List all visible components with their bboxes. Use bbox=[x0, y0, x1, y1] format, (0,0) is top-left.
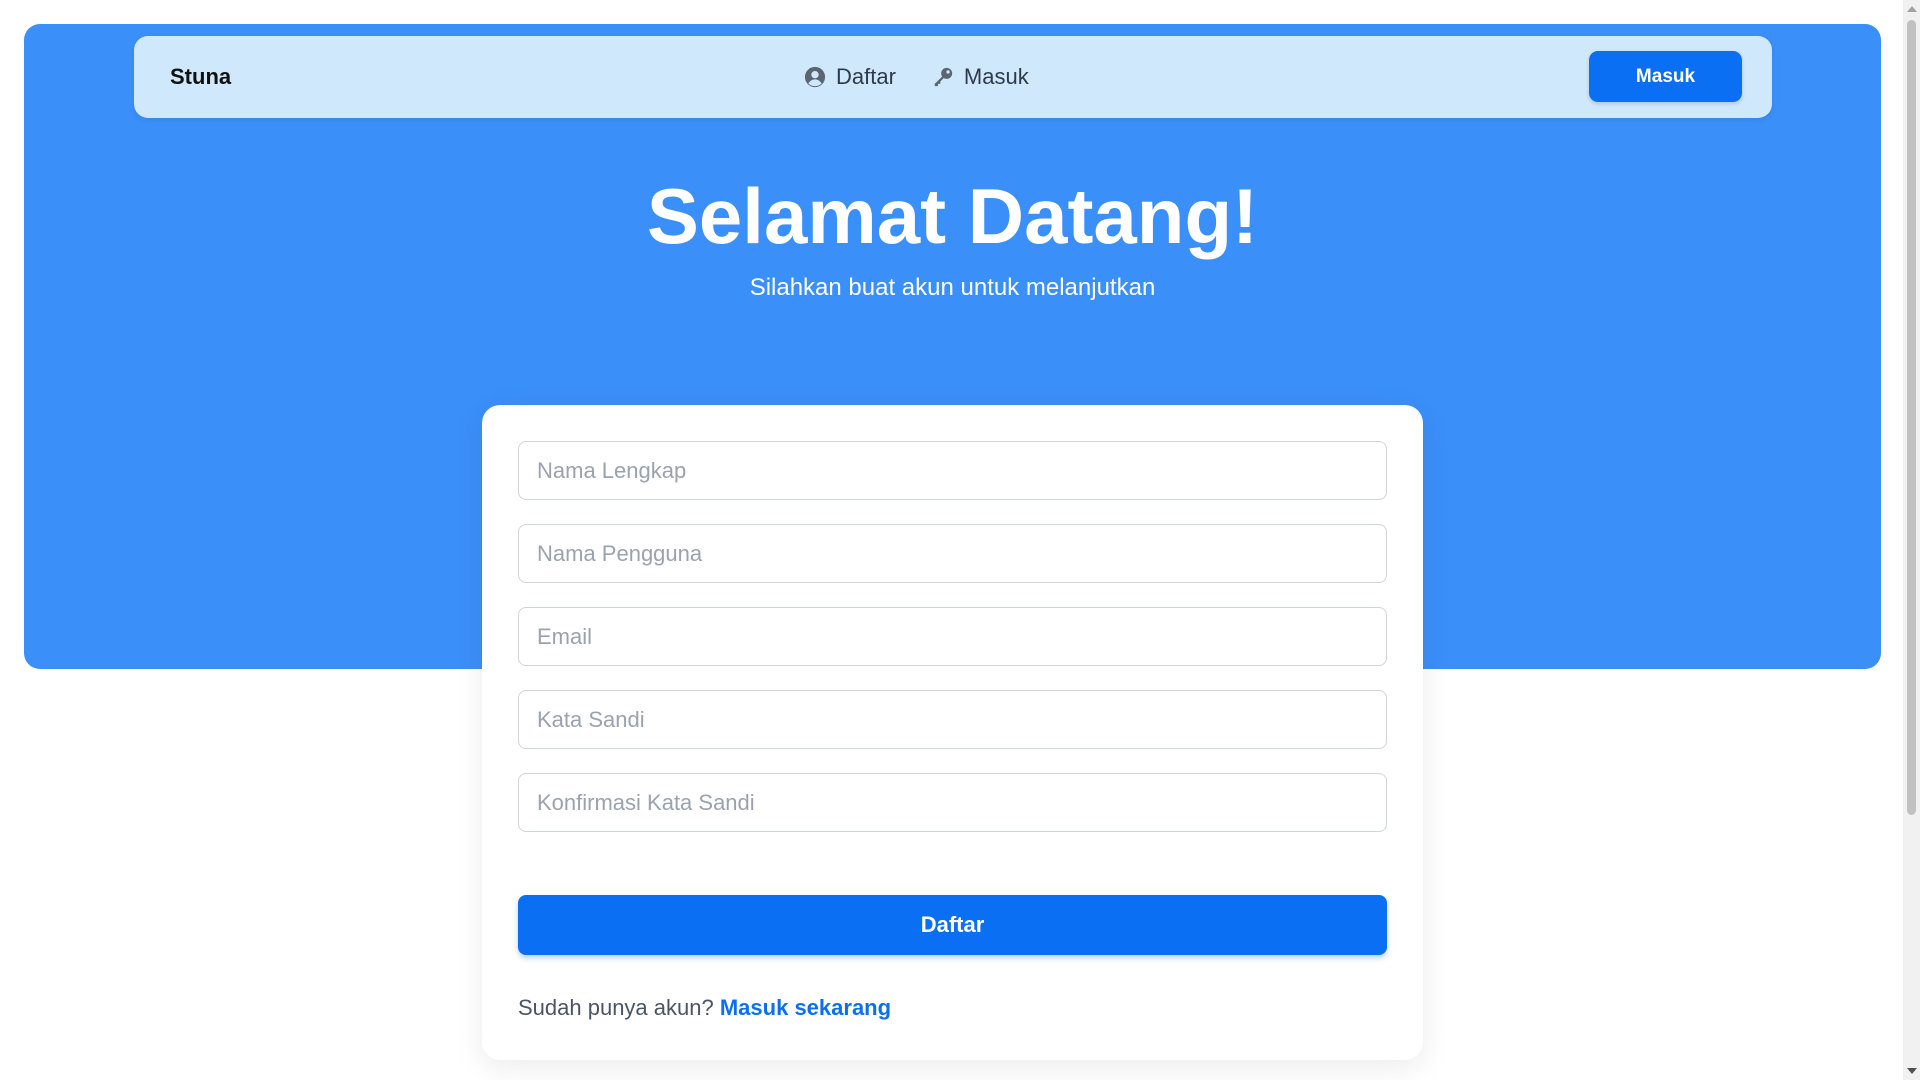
nav-link-label: Masuk bbox=[963, 64, 1029, 89]
brand-logo[interactable]: Stuna bbox=[170, 36, 231, 118]
page: Stuna Daftar Masuk Masuk Selamat Datang!… bbox=[0, 0, 1920, 1080]
registration-form: Daftar Sudah punya akun? Masuk sekarang bbox=[482, 405, 1423, 1060]
user-circle-icon bbox=[804, 66, 826, 88]
login-prompt-text: Sudah punya akun? bbox=[518, 995, 714, 1020]
register-button[interactable]: Daftar bbox=[518, 895, 1387, 955]
nav-link-daftar[interactable]: Daftar bbox=[804, 64, 896, 90]
scroll-up-arrow-icon[interactable] bbox=[1907, 6, 1917, 12]
password-input[interactable] bbox=[518, 690, 1387, 749]
username-input[interactable] bbox=[518, 524, 1387, 583]
login-button[interactable]: Masuk bbox=[1589, 51, 1742, 102]
login-now-link[interactable]: Masuk sekarang bbox=[720, 995, 891, 1020]
login-prompt: Sudah punya akun? Masuk sekarang bbox=[518, 995, 891, 1021]
nav-links: Daftar Masuk bbox=[804, 36, 1029, 118]
email-input[interactable] bbox=[518, 607, 1387, 666]
nav-link-label: Daftar bbox=[836, 64, 896, 89]
nav-link-masuk[interactable]: Masuk bbox=[932, 64, 1029, 90]
scroll-thumb[interactable] bbox=[1907, 20, 1916, 815]
navbar: Stuna Daftar Masuk Masuk bbox=[134, 36, 1772, 118]
scroll-down-arrow-icon[interactable] bbox=[1907, 1068, 1917, 1074]
confirm-password-input[interactable] bbox=[518, 773, 1387, 832]
full-name-input[interactable] bbox=[518, 441, 1387, 500]
key-icon bbox=[932, 66, 954, 88]
page-subtitle: Silahkan buat akun untuk melanjutkan bbox=[749, 274, 1156, 301]
page-title: Selamat Datang! bbox=[646, 172, 1259, 260]
scrollbar[interactable] bbox=[1903, 0, 1920, 1080]
